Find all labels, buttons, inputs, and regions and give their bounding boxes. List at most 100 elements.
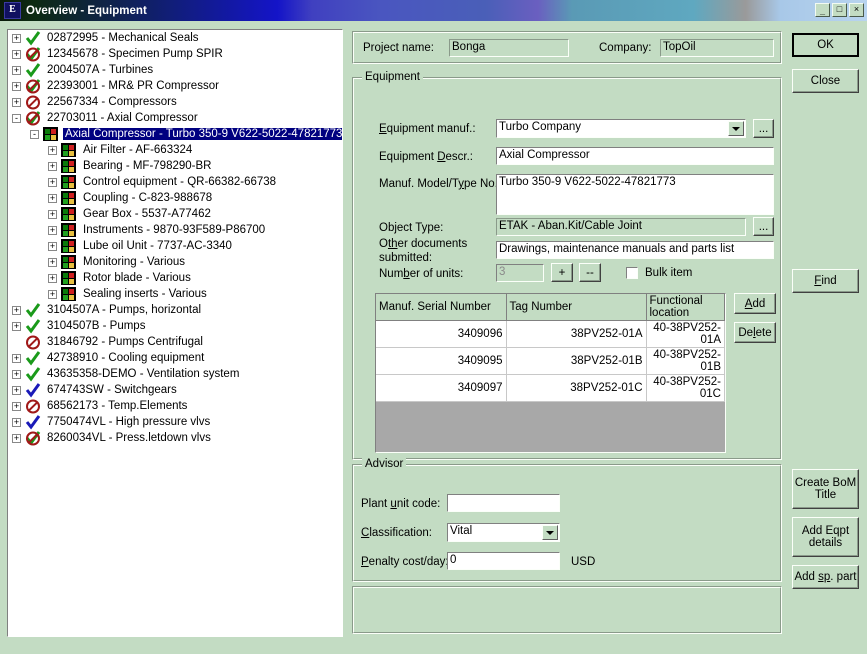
number-of-units-field[interactable]: 3: [496, 264, 544, 282]
tree-item[interactable]: - 22703011 - Axial Compressor: [8, 110, 342, 126]
grid-delete-button[interactable]: Delete: [734, 322, 776, 343]
tree-expand-toggle[interactable]: +: [12, 353, 21, 363]
equipment-manuf-browse-button[interactable]: ...: [753, 119, 774, 138]
table-column-header[interactable]: Tag Number: [506, 294, 647, 321]
table-row[interactable]: 3409095 38PV252-01B 40-38PV252-01B: [376, 347, 725, 375]
units-increment-button[interactable]: +: [551, 263, 573, 282]
tree-expand-toggle[interactable]: +: [48, 209, 57, 219]
grid-add-button[interactable]: Add: [734, 293, 776, 314]
ok-button[interactable]: OK: [792, 33, 859, 57]
tree-expand-toggle[interactable]: +: [12, 321, 21, 331]
bulk-item-checkbox[interactable]: [626, 267, 638, 279]
tree-expand-toggle[interactable]: +: [12, 65, 21, 75]
minimize-button[interactable]: _: [815, 3, 830, 17]
tree-expand-toggle[interactable]: +: [12, 433, 21, 443]
table-row[interactable]: 3409097 38PV252-01C 40-38PV252-01C: [376, 374, 725, 402]
tree-item[interactable]: +22393001 - MR& PR Compressor: [8, 78, 342, 94]
tree-expand-toggle[interactable]: +: [48, 241, 57, 251]
find-button[interactable]: Find: [792, 269, 859, 293]
equipment-manuf-combo[interactable]: Turbo Company: [496, 119, 746, 138]
tree-item[interactable]: + Air Filter - AF-663324: [8, 142, 342, 158]
tree-item[interactable]: +2004507A - Turbines: [8, 62, 342, 78]
tree-expand-toggle[interactable]: +: [48, 273, 57, 283]
table-cell[interactable]: 38PV252-01B: [506, 347, 647, 375]
tree-expand-toggle[interactable]: +: [48, 177, 57, 187]
company-field[interactable]: TopOil: [660, 39, 774, 57]
other-documents-field[interactable]: Drawings, maintenance manuals and parts …: [496, 241, 774, 259]
tree-expand-toggle[interactable]: +: [48, 193, 57, 203]
table-cell[interactable]: 38PV252-01C: [506, 374, 647, 402]
classification-combo[interactable]: Vital: [447, 523, 560, 542]
object-type-field[interactable]: ETAK - Aban.Kit/Cable Joint: [496, 218, 746, 236]
table-cell[interactable]: 40-38PV252-01B: [646, 347, 725, 375]
table-cell[interactable]: 3409097: [376, 374, 507, 402]
table-column-header[interactable]: Functional location: [646, 294, 725, 321]
units-decrement-button[interactable]: --: [579, 263, 601, 282]
tree-expand-toggle[interactable]: +: [12, 369, 21, 379]
tree-item[interactable]: +7750474VL - High pressure vlvs: [8, 414, 342, 430]
tree-item[interactable]: +674743SW - Switchgears: [8, 382, 342, 398]
tree-item-label: 42738910 - Cooling equipment: [47, 352, 205, 364]
project-name-field[interactable]: Bonga: [449, 39, 569, 57]
window-title-bar[interactable]: E Overview - Equipment _ □ ×: [0, 0, 867, 21]
equipment-tree[interactable]: +02872995 - Mechanical Seals +12345678 - …: [7, 29, 343, 637]
table-cell[interactable]: 38PV252-01A: [506, 320, 647, 348]
tree-expand-toggle[interactable]: +: [12, 97, 21, 107]
tree-item[interactable]: + Monitoring - Various: [8, 254, 342, 270]
tree-item[interactable]: + Control equipment - QR-66382-66738: [8, 174, 342, 190]
tree-item[interactable]: +42738910 - Cooling equipment: [8, 350, 342, 366]
tree-item[interactable]: + Bearing - MF-798290-BR: [8, 158, 342, 174]
tree-item[interactable]: + Gear Box - 5537-A77462: [8, 206, 342, 222]
maximize-button[interactable]: □: [832, 3, 847, 17]
tree-item[interactable]: + Lube oil Unit - 7737-AC-3340: [8, 238, 342, 254]
tree-item[interactable]: +3104507B - Pumps: [8, 318, 342, 334]
table-row[interactable]: 3409096 38PV252-01A 40-38PV252-01A: [376, 320, 725, 348]
tree-item[interactable]: +02872995 - Mechanical Seals: [8, 30, 342, 46]
tree-expand-toggle[interactable]: +: [12, 81, 21, 91]
tree-collapse-toggle[interactable]: -: [30, 129, 39, 139]
table-cell[interactable]: 3409096: [376, 320, 507, 348]
tree-item[interactable]: + Instruments - 9870-93F589-P86700: [8, 222, 342, 238]
tree-item[interactable]: + Coupling - C-823-988678: [8, 190, 342, 206]
tree-item[interactable]: +43635358-DEMO - Ventilation system: [8, 366, 342, 382]
table-cell[interactable]: 40-38PV252-01A: [646, 320, 725, 348]
tree-expand-toggle[interactable]: +: [12, 401, 21, 411]
chevron-down-icon[interactable]: [728, 121, 744, 136]
penalty-cost-field[interactable]: 0: [447, 552, 560, 570]
create-bom-title-button[interactable]: Create BoM Title: [792, 469, 859, 509]
table-cell[interactable]: 3409095: [376, 347, 507, 375]
object-type-browse-button[interactable]: ...: [753, 217, 774, 236]
tree-expand-toggle[interactable]: +: [12, 33, 21, 43]
add-eqpt-details-button[interactable]: Add Eqpt details: [792, 517, 859, 557]
equipment-descr-field[interactable]: Axial Compressor: [496, 147, 774, 165]
serial-number-grid[interactable]: Manuf. Serial Number Tag Number Functional…: [375, 293, 726, 453]
tree-expand-toggle[interactable]: +: [12, 385, 21, 395]
table-cell[interactable]: 40-38PV252-01C: [646, 374, 725, 402]
tree-item[interactable]: +3104507A - Pumps, horizontal: [8, 302, 342, 318]
tree-expand-toggle[interactable]: +: [48, 257, 57, 267]
tree-expand-toggle[interactable]: +: [12, 49, 21, 59]
add-sp-part-button[interactable]: Add sp. part: [792, 565, 859, 589]
tree-item[interactable]: + Sealing inserts - Various: [8, 286, 342, 302]
tree-expand-toggle[interactable]: +: [48, 161, 57, 171]
tree-item[interactable]: +22567334 - Compressors: [8, 94, 342, 110]
close-button[interactable]: ×: [849, 3, 864, 17]
tree-item[interactable]: +68562173 - Temp.Elements: [8, 398, 342, 414]
tree-item[interactable]: 31846792 - Pumps Centrifugal: [8, 334, 342, 350]
chevron-down-icon[interactable]: [542, 525, 558, 540]
tree-item[interactable]: +8260034VL - Press.letdown vlvs: [8, 430, 342, 446]
close-button-main[interactable]: Close: [792, 69, 859, 93]
tree-expand-toggle[interactable]: +: [48, 225, 57, 235]
tree-item[interactable]: + Rotor blade - Various: [8, 270, 342, 286]
tree-item[interactable]: +12345678 - Specimen Pump SPIR: [8, 46, 342, 62]
tree-item-label: Bearing - MF-798290-BR: [83, 160, 212, 172]
tree-expand-toggle[interactable]: +: [48, 145, 57, 155]
manuf-model-field[interactable]: Turbo 350-9 V622-5022-47821773: [496, 174, 774, 215]
table-column-header[interactable]: Manuf. Serial Number: [376, 294, 507, 321]
tree-expand-toggle[interactable]: +: [12, 305, 21, 315]
tree-expand-toggle[interactable]: +: [12, 417, 21, 427]
plant-unit-code-field[interactable]: [447, 494, 560, 512]
tree-item[interactable]: - Axial Compressor - Turbo 350-9 V622-502…: [8, 126, 342, 142]
tree-expand-toggle[interactable]: +: [48, 289, 57, 299]
tree-collapse-toggle[interactable]: -: [12, 113, 21, 123]
